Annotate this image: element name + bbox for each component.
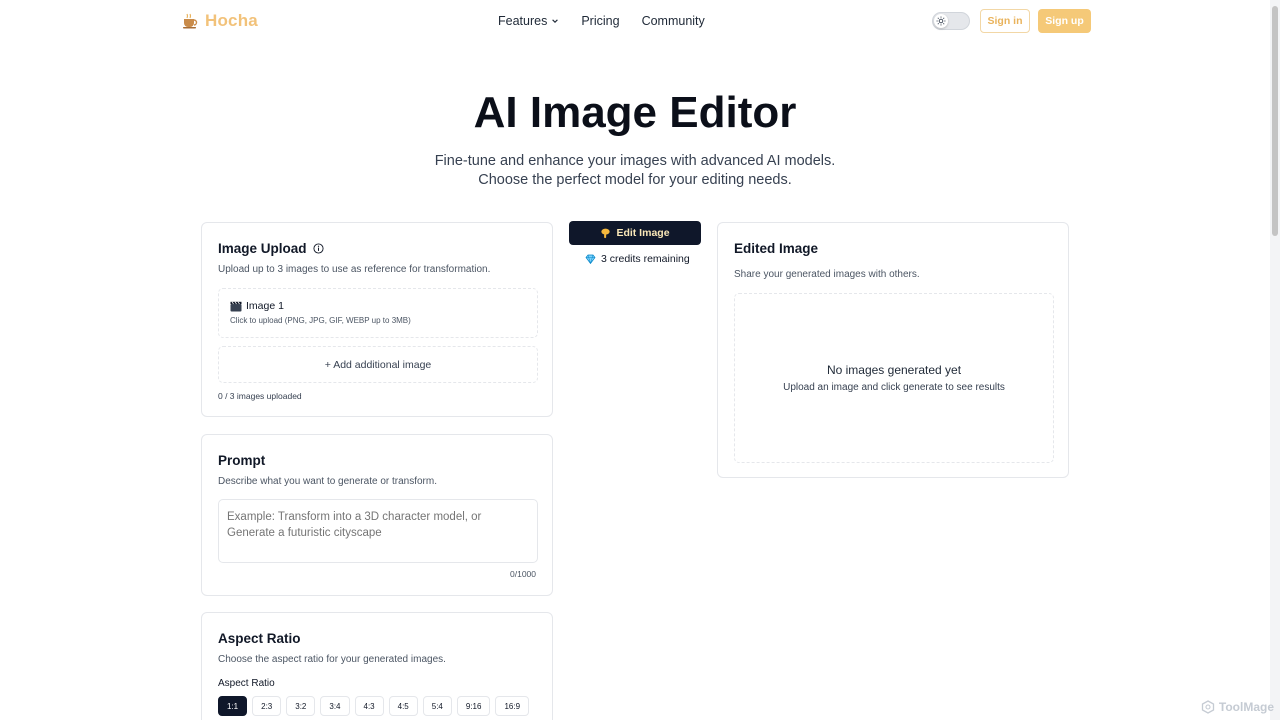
upload-count: 0 / 3 images uploaded (218, 391, 302, 401)
aspect-ratio-option[interactable]: 4:5 (388, 696, 418, 716)
edit-image-label: Edit Image (616, 227, 670, 239)
edited-image-description: Share your generated images with others. (734, 269, 920, 280)
empty-state-title: No images generated yet (826, 363, 962, 377)
subtitle-line-1: Fine-tune and enhance your images with a… (434, 153, 836, 169)
aspect-ratio-label: Aspect Ratio (218, 678, 275, 689)
aspect-ratio-option[interactable]: 9:16 (456, 696, 491, 716)
theme-toggle[interactable] (932, 12, 970, 30)
image-1-label: Image 1 (246, 300, 284, 312)
image-1-upload-hint: Click to upload (PNG, JPG, GIF, WEBP up … (230, 316, 411, 325)
subtitle-line-2: Choose the perfect model for your editin… (478, 172, 792, 188)
aspect-ratio-option[interactable]: 16:9 (495, 696, 530, 716)
nav-community-label: Community (641, 14, 705, 28)
add-additional-image-button[interactable]: + Add additional image (218, 346, 538, 383)
prompt-card: Prompt Describe what you want to generat… (201, 434, 553, 596)
chevron-down-icon (552, 19, 559, 23)
main-nav: Features Pricing Community (498, 14, 705, 28)
result-preview-area: No images generated yet Upload an image … (734, 293, 1054, 463)
aspect-ratio-option[interactable]: 2:3 (252, 696, 282, 716)
image-upload-heading: Image Upload (218, 241, 324, 256)
aspect-ratio-description: Choose the aspect ratio for your generat… (218, 654, 446, 665)
watermark-logo-icon (1201, 700, 1215, 714)
info-icon[interactable] (312, 243, 324, 254)
nav-community[interactable]: Community (642, 14, 705, 28)
image-upload-title: Image Upload (218, 241, 307, 256)
aspect-ratio-option[interactable]: 3:2 (286, 696, 316, 716)
sun-icon (934, 14, 948, 28)
prompt-input[interactable] (218, 499, 538, 563)
empty-state-hint: Upload an image and click generate to se… (783, 382, 1005, 393)
aspect-ratio-card: Aspect Ratio Choose the aspect ratio for… (201, 612, 553, 720)
aspect-ratio-title: Aspect Ratio (218, 631, 301, 646)
page-scrollbar[interactable] (1270, 0, 1280, 720)
diamond-icon (585, 254, 596, 264)
prompt-char-count: 0/1000 (510, 569, 536, 579)
image-upload-card: Image Upload Upload up to 3 images to us… (201, 222, 553, 417)
sign-up-button[interactable]: Sign up (1038, 9, 1091, 33)
image-1-label-row: Image 1 (230, 300, 284, 312)
brand-name: Hocha (205, 11, 258, 30)
watermark: ToolMage (1201, 700, 1274, 714)
brand-logo[interactable]: Hocha (181, 11, 258, 31)
edited-image-title: Edited Image (734, 241, 819, 256)
edit-image-button[interactable]: Edit Image (569, 221, 701, 245)
aspect-ratio-option[interactable]: 4:3 (354, 696, 384, 716)
credits-remaining: 3 credits remaining (585, 253, 690, 265)
magic-brush-icon (601, 228, 611, 238)
page-title: AI Image Editor (473, 88, 797, 137)
edited-image-card: Edited Image Share your generated images… (717, 222, 1069, 478)
sign-in-button[interactable]: Sign in (980, 9, 1030, 33)
top-nav-bar: Hocha Features Pricing Community Sign in… (0, 0, 1270, 42)
image-upload-description: Upload up to 3 images to use as referenc… (218, 264, 491, 275)
clapperboard-icon (230, 301, 242, 311)
aspect-ratio-option[interactable]: 3:4 (320, 696, 350, 716)
watermark-text: ToolMage (1218, 700, 1274, 714)
credits-text: 3 credits remaining (601, 253, 690, 265)
prompt-title: Prompt (218, 453, 266, 468)
nav-features[interactable]: Features (498, 14, 559, 28)
prompt-description: Describe what you want to generate or tr… (218, 476, 437, 487)
tea-cup-icon (181, 12, 199, 30)
nav-pricing-label: Pricing (581, 14, 620, 28)
aspect-ratio-options: 1:1 2:3 3:2 3:4 4:3 4:5 5:4 9:16 16:9 (218, 696, 530, 716)
aspect-ratio-option[interactable]: 1:1 (218, 696, 248, 716)
image-1-upload-dropzone[interactable]: Image 1 Click to upload (PNG, JPG, GIF, … (218, 288, 538, 338)
page-subtitle: Fine-tune and enhance your images with a… (0, 152, 1270, 190)
nav-pricing[interactable]: Pricing (581, 14, 619, 28)
scrollbar-thumb[interactable] (1272, 6, 1278, 236)
aspect-ratio-option[interactable]: 5:4 (422, 696, 452, 716)
nav-features-label: Features (498, 14, 548, 28)
